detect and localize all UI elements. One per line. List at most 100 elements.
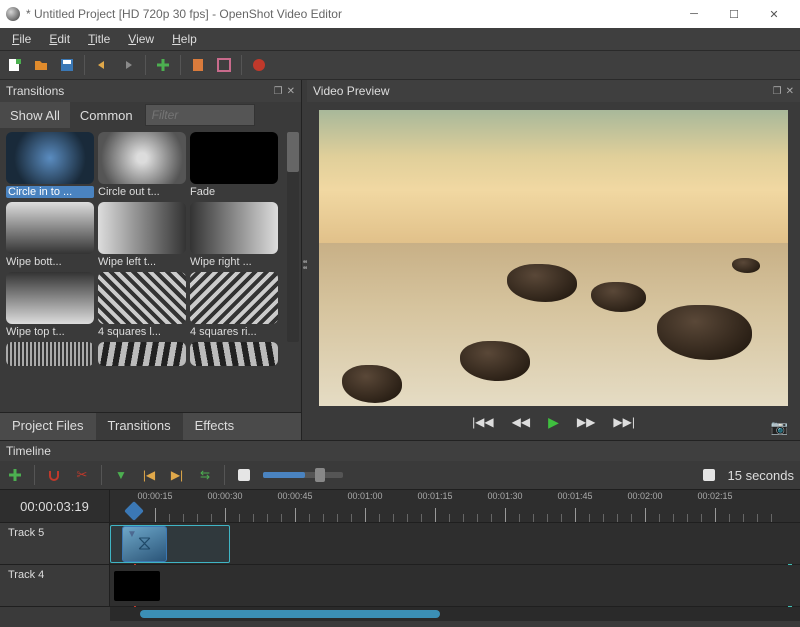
transition-label: Circle out t...: [98, 186, 186, 198]
menu-help[interactable]: Help: [164, 30, 205, 48]
preview-panel: Video Preview ❐ ✕ |◀◀ ◀◀ ▶: [307, 80, 800, 440]
timeline-hscroll[interactable]: [110, 607, 800, 621]
transitions-panel-title: Transitions: [6, 84, 64, 98]
ruler-tick-label: 00:01:15: [417, 491, 452, 501]
timeline-track[interactable]: Track 4: [0, 565, 800, 607]
tab-transitions[interactable]: Transitions: [96, 413, 183, 440]
play-button[interactable]: ▶: [548, 414, 559, 431]
ruler-tick-label: 00:00:15: [137, 491, 172, 501]
transition-thumb[interactable]: 4 squares ri...: [190, 272, 278, 338]
transition-label: 4 squares ri...: [190, 326, 278, 338]
zoom-slider[interactable]: [263, 472, 343, 478]
center-playhead-icon[interactable]: ⇆: [196, 466, 214, 484]
transition-thumb[interactable]: Wipe top t...: [6, 272, 94, 338]
save-project-icon[interactable]: [58, 56, 76, 74]
transition-clip[interactable]: ⧖: [122, 526, 167, 562]
add-marker-icon[interactable]: ▼: [112, 466, 130, 484]
ruler-tick-label: 00:01:00: [347, 491, 382, 501]
snapshot-icon[interactable]: 📷: [771, 419, 788, 436]
app-icon: [6, 7, 20, 21]
ruler-tick-label: 00:02:00: [627, 491, 662, 501]
video-preview[interactable]: [319, 110, 788, 406]
transition-thumb[interactable]: Circle out t...: [98, 132, 186, 198]
timeline-title: Timeline: [6, 444, 51, 458]
track-body[interactable]: ▼⧖: [110, 523, 800, 564]
track-label[interactable]: Track 5: [0, 523, 110, 564]
timeline-tracks: Track 5▼⧖Track 4: [0, 523, 800, 607]
transition-thumb[interactable]: Fade: [190, 132, 278, 198]
transition-label: 4 squares l...: [98, 326, 186, 338]
transition-label: Wipe left t...: [98, 256, 186, 268]
menu-edit[interactable]: Edit: [41, 30, 78, 48]
ruler-tick-label: 00:00:30: [207, 491, 242, 501]
window-title: * Untitled Project [HD 720p 30 fps] - Op…: [26, 7, 342, 21]
ruler-tick-label: 00:01:30: [487, 491, 522, 501]
panel-close-icon[interactable]: ✕: [786, 86, 794, 97]
timeline-ruler[interactable]: 00:00:15 00:00:30 00:00:45 00:01:00 00:01:15…: [110, 490, 800, 522]
panel-float-icon[interactable]: ❐: [773, 86, 782, 97]
zoom-level-icon[interactable]: [700, 466, 718, 484]
import-files-icon[interactable]: [154, 56, 172, 74]
razor-icon[interactable]: ✂: [73, 466, 91, 484]
export-icon[interactable]: [250, 56, 268, 74]
transition-thumb[interactable]: 4 squares l...: [98, 272, 186, 338]
open-project-icon[interactable]: [32, 56, 50, 74]
transition-thumb[interactable]: Wipe left t...: [98, 202, 186, 268]
track-body[interactable]: [110, 565, 800, 606]
snap-icon[interactable]: [45, 466, 63, 484]
tab-effects[interactable]: Effects: [183, 413, 247, 440]
transition-label: Circle in to ...: [6, 186, 94, 198]
transition-label: Wipe right ...: [190, 256, 278, 268]
timeline-toolbar: ✂ ▼ |◀ ▶| ⇆ 15 seconds: [0, 461, 800, 489]
zoom-label: 15 seconds: [728, 468, 795, 483]
timecode-display[interactable]: 00:00:03:19: [0, 490, 110, 522]
main-toolbar: [0, 50, 800, 80]
transition-thumb[interactable]: Circle in to ...: [6, 132, 94, 198]
transitions-grid: Circle in to ... Circle out t... Fade Wipe …: [0, 128, 301, 342]
transition-thumb[interactable]: Wipe right ...: [190, 202, 278, 268]
menu-title[interactable]: Title: [80, 30, 118, 48]
panel-float-icon[interactable]: ❐: [274, 86, 283, 97]
transitions-scroll-thumb[interactable]: [287, 132, 299, 172]
menu-view[interactable]: View: [120, 30, 162, 48]
transition-label: Wipe top t...: [6, 326, 94, 338]
window-titlebar: * Untitled Project [HD 720p 30 fps] - Op…: [0, 0, 800, 28]
minimize-button[interactable]: ─: [674, 0, 714, 28]
playhead-marker[interactable]: [124, 501, 144, 521]
jump-start-button[interactable]: |◀◀: [472, 415, 494, 429]
transition-label: Wipe bott...: [6, 256, 94, 268]
transition-label: Fade: [190, 186, 278, 198]
preview-panel-title: Video Preview: [313, 84, 390, 98]
undo-icon[interactable]: [93, 56, 111, 74]
new-project-icon[interactable]: [6, 56, 24, 74]
ruler-tick-label: 00:02:15: [697, 491, 732, 501]
maximize-button[interactable]: ☐: [714, 0, 754, 28]
rewind-button[interactable]: ◀◀: [512, 415, 530, 429]
track-label[interactable]: Track 4: [0, 565, 110, 606]
menu-bar: File Edit Title View Help: [0, 28, 800, 50]
fast-forward-button[interactable]: ▶▶: [577, 415, 595, 429]
tab-project-files[interactable]: Project Files: [0, 413, 96, 440]
tab-common[interactable]: Common: [70, 102, 143, 128]
fullscreen-icon[interactable]: [215, 56, 233, 74]
jump-end-button[interactable]: ▶▶|: [613, 415, 635, 429]
redo-icon[interactable]: [119, 56, 137, 74]
next-marker-icon[interactable]: ▶|: [168, 466, 186, 484]
panel-close-icon[interactable]: ✕: [287, 86, 295, 97]
transitions-panel: Transitions ❐ ✕ Show All Common Circle in…: [0, 80, 302, 440]
timeline-panel: Timeline ✂ ▼ |◀ ▶| ⇆ 15 seconds 00:00:03…: [0, 440, 800, 621]
add-track-icon[interactable]: [6, 466, 24, 484]
prev-marker-icon[interactable]: |◀: [140, 466, 158, 484]
timeline-hscroll-thumb[interactable]: [140, 610, 440, 618]
menu-file[interactable]: File: [4, 30, 39, 48]
timeline-track[interactable]: Track 5▼⧖: [0, 523, 800, 565]
ruler-tick-label: 00:01:45: [557, 491, 592, 501]
zoom-box-icon[interactable]: [235, 466, 253, 484]
tab-show-all[interactable]: Show All: [0, 102, 70, 128]
filter-input[interactable]: [145, 104, 255, 126]
ruler-tick-label: 00:00:45: [277, 491, 312, 501]
playback-controls: |◀◀ ◀◀ ▶ ▶▶ ▶▶|: [319, 406, 788, 438]
profile-icon[interactable]: [189, 56, 207, 74]
transition-thumb[interactable]: Wipe bott...: [6, 202, 94, 268]
close-button[interactable]: ✕: [754, 0, 794, 28]
